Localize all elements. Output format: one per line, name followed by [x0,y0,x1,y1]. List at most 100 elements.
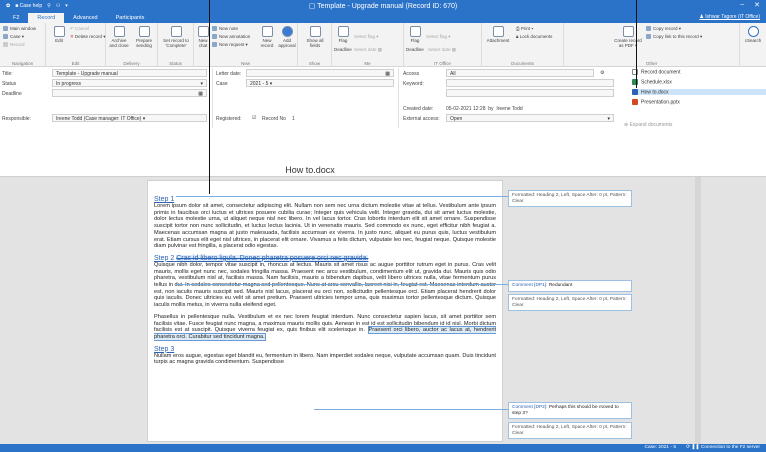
create-pdf-button[interactable]: Create record as PDF ▾ [614,26,642,48]
external-access-field[interactable]: Open ▾ [446,114,614,122]
format-comment-3[interactable]: Formatted: Heading 2, Left, Space After:… [508,422,632,439]
attachment-button[interactable]: Attachment [484,26,512,43]
people-icon[interactable]: ⚇ [56,3,60,9]
registered-checkbox[interactable]: ☑ [252,115,256,121]
close-button[interactable]: ✕ [754,1,760,9]
doc-presentation[interactable]: Presentation.pptx [632,99,766,105]
archive-label: Archive and close [109,38,129,48]
responsible-field[interactable]: Ireene Todd (Case manager: IT Office) ▾ [52,114,207,122]
me-select-flag[interactable]: Select flag ▾ [354,34,379,40]
me-select-date[interactable]: Select date ▦ [354,47,382,53]
pin-icon[interactable]: ⚲ [47,3,51,9]
document-viewer[interactable]: Step 1 Lorem ipsum dolor sit amet, conse… [0,176,766,445]
itoffice-deadline-button[interactable]: Deadline [406,47,424,52]
annotation-line [209,0,210,194]
ribbon-group-edit: Edit ↶ Cancel ✕ Delete record ▾ Edit [46,23,106,67]
access-field[interactable]: All [446,69,594,77]
created-by-prefix: by [488,106,494,112]
copy-link-button[interactable]: Copy link to this record ▾ [646,34,702,40]
cancel-button[interactable]: ↶ Cancel [70,26,89,32]
itoffice-flag-button[interactable]: Flag [406,26,424,43]
document-icon [632,69,638,75]
comment-connector [176,284,508,285]
print-button[interactable]: ⎙ Print ▾ [516,26,533,31]
vertical-scrollbar[interactable] [695,177,701,445]
letter-date-field[interactable]: ▦ [246,69,394,77]
doc-schedule[interactable]: Schedule.xlsx [632,79,766,85]
tab-advanced[interactable]: Advanced [64,13,106,23]
format-comment-2[interactable]: Formatted: Heading 2, Left, Space After:… [508,294,632,311]
comment-dp1-prefix: Comment [DP1]: [512,283,548,288]
step2-title: Step 2 [154,254,175,262]
case-field[interactable]: 2021 - 5 ▾ [246,79,394,87]
set-complete-button[interactable]: Set record to 'Complete' [160,26,192,48]
current-user-link[interactable]: ♟ Ishwar Tagore (IT Office) [699,14,760,20]
add-approval-button[interactable]: Add approval [278,26,296,48]
main-window-button[interactable]: Main window [3,26,36,32]
case-icon [3,34,8,40]
fields-icon [309,26,321,37]
doc-schedule-label: Schedule.xlsx [641,79,672,86]
lock-documents-button[interactable]: 🔒︎ Lock documents [516,34,552,39]
tab-f2[interactable]: F2 [4,13,28,23]
prepare-sending-label: Prepare sending [135,38,152,48]
comment-dp1[interactable]: Comment [DP1]: Redundant [508,280,632,292]
title-field[interactable]: Template - Upgrade manual [52,69,207,77]
connection-label: Connection to the F2 server [700,445,760,450]
document-page[interactable]: Step 1 Lorem ipsum dolor sit amet, conse… [147,180,503,442]
me-flag-button[interactable]: Flag [334,26,352,43]
new-request-button[interactable]: New request ▾ [212,42,248,48]
format-comment-3-text: Formatted: Heading 2, Left, Space After:… [512,425,627,436]
comment-dp2[interactable]: Comment [DP2]: Perhaps this should be mo… [508,402,632,419]
letter-date-label: Letter date: [216,71,242,77]
edit-button[interactable]: Edit [52,26,66,43]
me-select-date-label: Select date [354,47,377,52]
doc-record-document[interactable]: Record document [632,69,766,75]
tab-record[interactable]: Record [28,13,65,23]
add-approval-label: Add approval [278,38,296,48]
new-note-button[interactable]: New note [212,26,238,32]
prepare-sending-button[interactable]: Prepare sending [133,26,155,48]
format-comment-1[interactable]: Formatted: Heading 2, Left, Space After:… [508,190,632,207]
me-deadline-button[interactable]: Deadline [334,47,352,52]
itoffice-select-flag[interactable]: Select flag ▾ [426,34,451,40]
other-caption: Other [645,61,658,66]
archive-close-button[interactable]: Archive and close [108,26,130,48]
new-request-label: New request [219,42,245,47]
itoffice-select-date[interactable]: Select date ▦ [428,47,456,53]
ribbon: Main window Case ▾ Record Navigation Edi… [0,23,766,67]
document-icon: ▢ [308,3,318,10]
chat-icon [197,26,209,37]
new-chat-button[interactable]: New chat [196,26,210,48]
doc-how-to[interactable]: How to.docx [632,89,766,96]
external-access-value: Open [450,116,463,122]
expand-documents-label: Expand documents [629,122,673,128]
copy-record-button[interactable]: Copy record ▾ [646,26,681,32]
itoffice-select-flag-label: Select flag [426,34,448,39]
new-record-button[interactable]: New record [258,26,276,48]
step3-heading: Step 3 [154,345,175,353]
keyword-field[interactable] [446,79,614,87]
format-comment-2-text: Formatted: Heading 2, Left, Space After:… [512,297,627,308]
deadline-field[interactable]: ▦ [52,89,207,97]
divider [398,68,399,128]
minimize-button[interactable]: – [740,1,744,9]
new-annotation-button[interactable]: New annotation [212,34,250,40]
keyword-label: Keyword: [403,81,424,87]
keyword-field-2[interactable] [446,89,614,97]
delete-record-button[interactable]: ✕ Delete record ▾ [70,34,106,40]
status-field[interactable]: In progress ▾ [52,79,207,87]
show-all-fields-button[interactable]: Show all fields [302,26,328,48]
access-settings-icon[interactable]: ⚙ [600,70,604,76]
ribbon-group-csearch: cSearch [740,23,766,67]
flag-icon [337,26,349,37]
expand-documents-button[interactable]: ⊕ Expand documents [624,122,672,128]
record-nav-button[interactable]: Record [3,42,25,48]
tab-participants[interactable]: Participants [107,13,154,23]
deadline-label: Deadline [2,91,22,97]
case-help-button[interactable]: ■ Case help [15,3,42,9]
dropdown-icon[interactable]: ▾ [65,3,68,9]
case-nav-button[interactable]: Case ▾ [3,34,24,40]
csearch-button[interactable]: cSearch [743,26,763,43]
flag-icon [409,26,421,37]
